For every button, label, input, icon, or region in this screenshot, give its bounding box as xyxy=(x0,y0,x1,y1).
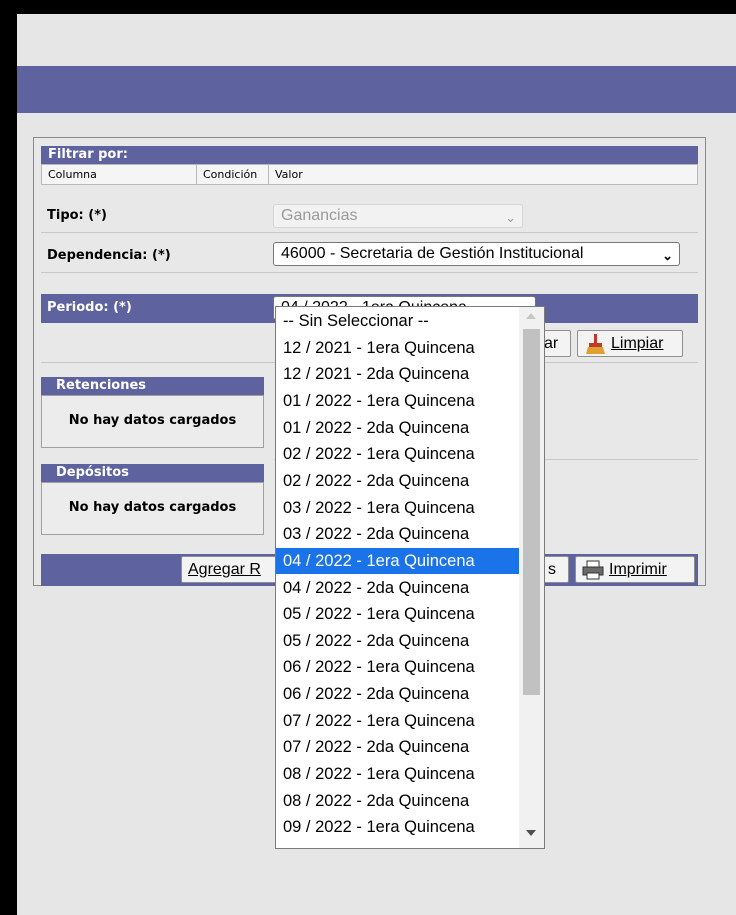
column-header-columna: Columna xyxy=(48,168,97,181)
dropdown-option[interactable]: 04 / 2022 - 1era Quincena xyxy=(276,547,519,575)
chevron-down-icon: ⌄ xyxy=(505,210,516,225)
tipo-select: Ganancias ⌄ xyxy=(273,204,523,228)
column-divider xyxy=(196,165,197,184)
column-header-valor: Valor xyxy=(275,168,303,181)
dropdown-option[interactable]: 08 / 2022 - 2da Quincena xyxy=(276,788,519,815)
imprimir-button-label: Imprimir xyxy=(609,561,667,578)
dropdown-option[interactable]: 09 / 2022 - 1era Quincena xyxy=(276,814,519,841)
limpiar-button-label: Limpiar xyxy=(611,335,664,352)
dependencia-select-value: 46000 - Secretaria de Gestión Institucio… xyxy=(281,245,584,262)
other-action-button-label: s xyxy=(548,561,556,578)
buscar-button-label: ar xyxy=(544,335,559,352)
dropdown-option[interactable]: 02 / 2022 - 1era Quincena xyxy=(276,441,519,468)
filter-title: Filtrar por: xyxy=(41,146,698,164)
dropdown-option[interactable]: 12 / 2021 - 1era Quincena xyxy=(276,335,519,362)
periodo-label: Periodo: (*) xyxy=(47,300,132,315)
depositos-title: Depósitos xyxy=(41,464,264,482)
dependencia-label: Dependencia: (*) xyxy=(47,248,171,263)
dropdown-option[interactable]: 03 / 2022 - 1era Quincena xyxy=(276,495,519,522)
dropdown-option[interactable]: 07 / 2022 - 2da Quincena xyxy=(276,734,519,761)
dropdown-option[interactable]: 12 / 2021 - 2da Quincena xyxy=(276,361,519,388)
dropdown-option[interactable]: 01 / 2022 - 2da Quincena xyxy=(276,415,519,442)
depositos-empty-message: No hay datos cargados xyxy=(41,482,264,535)
column-header-condicion: Condición xyxy=(203,168,258,181)
dropdown-option[interactable]: 02 / 2022 - 2da Quincena xyxy=(276,468,519,495)
printer-icon xyxy=(582,560,604,580)
dropdown-scrollbar[interactable] xyxy=(519,307,544,848)
column-header-row: Columna Condición Valor xyxy=(41,164,698,185)
dropdown-option[interactable]: 05 / 2022 - 2da Quincena xyxy=(276,628,519,655)
dropdown-option[interactable]: 07 / 2022 - 1era Quincena xyxy=(276,708,519,735)
column-divider xyxy=(268,165,269,184)
dropdown-option[interactable]: 05 / 2022 - 1era Quincena xyxy=(276,601,519,628)
scrollbar-thumb[interactable] xyxy=(523,329,540,695)
chevron-down-icon: ⌄ xyxy=(660,245,673,265)
dropdown-option[interactable]: 08 / 2022 - 1era Quincena xyxy=(276,761,519,788)
dropdown-option[interactable]: 06 / 2022 - 2da Quincena xyxy=(276,681,519,708)
header-bar xyxy=(17,66,736,113)
other-action-button[interactable]: s xyxy=(541,556,569,583)
row-divider xyxy=(41,272,698,273)
agregar-button-label: Agregar R xyxy=(188,561,261,578)
tipo-select-value: Ganancias xyxy=(281,207,358,224)
retenciones-empty-message: No hay datos cargados xyxy=(41,395,264,448)
row-divider xyxy=(41,232,698,233)
scroll-down-arrow-icon[interactable] xyxy=(526,830,536,836)
imprimir-button[interactable]: Imprimir xyxy=(575,556,695,583)
dropdown-option[interactable]: 06 / 2022 - 1era Quincena xyxy=(276,654,519,681)
dependencia-select[interactable]: 46000 - Secretaria de Gestión Institucio… xyxy=(273,242,680,266)
periodo-dropdown-list[interactable]: -- Sin Seleccionar -- 12 / 2021 - 1era Qu… xyxy=(275,306,545,849)
limpiar-button[interactable]: Limpiar xyxy=(577,330,683,357)
tipo-label: Tipo: (*) xyxy=(47,208,107,223)
dropdown-option[interactable]: 03 / 2022 - 2da Quincena xyxy=(276,521,519,548)
broom-icon xyxy=(586,334,605,354)
dropdown-option[interactable]: 01 / 2022 - 1era Quincena xyxy=(276,388,519,415)
scroll-up-arrow-icon[interactable] xyxy=(526,313,536,319)
dropdown-option[interactable]: 04 / 2022 - 2da Quincena xyxy=(276,575,519,602)
dropdown-option[interactable]: -- Sin Seleccionar -- xyxy=(276,308,519,335)
retenciones-title: Retenciones xyxy=(41,377,264,395)
